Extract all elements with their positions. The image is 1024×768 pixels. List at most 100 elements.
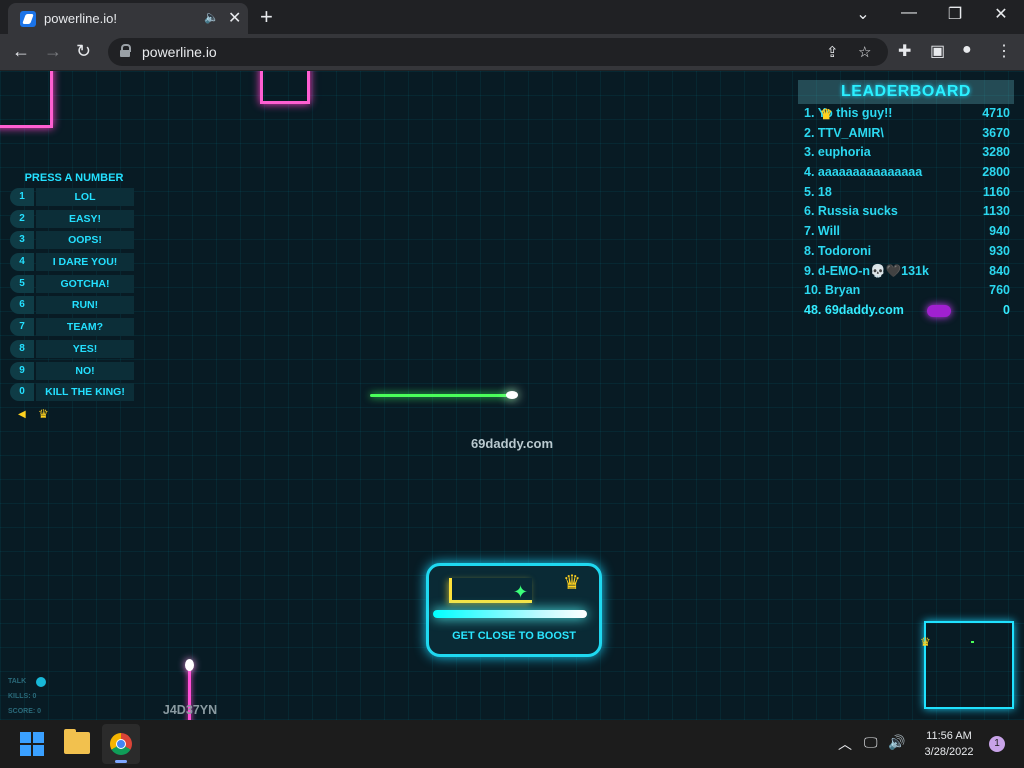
system-clock[interactable]: 11:56 AM 3/28/2022 — [914, 728, 984, 760]
emote-key: 6 — [10, 296, 34, 315]
talk-label: TALK — [8, 678, 27, 685]
crown-icon: ♛ — [820, 106, 833, 122]
score-label: SCORE: 0 — [8, 708, 42, 715]
leaderboard-rank: 1. — [804, 106, 815, 120]
emote-key: 3 — [10, 231, 34, 250]
crown-icon[interactable]: ♛ — [38, 407, 49, 421]
emote-item[interactable]: 3 OOPS! — [10, 229, 134, 251]
game-canvas[interactable]: PRESS A NUMBER 1 LOL 2 EASY! 3 OOPS! 4I DAR… — [0, 71, 1024, 720]
chrome-icon — [110, 733, 132, 755]
clock-time: 11:56 AM — [926, 730, 972, 742]
network-icon[interactable]: 🖵 — [864, 734, 878, 751]
restore-icon[interactable]: ❐ — [940, 4, 970, 24]
chrome-taskbar-button[interactable] — [102, 724, 140, 764]
leaderboard-rank: 5. — [804, 184, 815, 199]
extensions-icon[interactable]: ✚ — [898, 41, 911, 61]
emote-key: 4 — [10, 253, 34, 272]
emote-panel-title: PRESS A NUMBER — [24, 172, 124, 184]
emote-label: KILL THE KING! — [36, 383, 134, 402]
close-icon[interactable]: ✕ — [986, 4, 1016, 24]
emote-label: EASY! — [36, 209, 134, 228]
leaderboard-rank: 8. — [804, 243, 815, 258]
leaderboard-row: 4. aaaaaaaaaaaaaaa 2800 — [798, 163, 1014, 183]
file-explorer-icon[interactable] — [64, 729, 90, 754]
emote-label: RUN! — [36, 296, 134, 315]
leaderboard-score: 760 — [989, 283, 1010, 298]
minimize-icon[interactable]: — — [894, 4, 924, 22]
crown-icon: ♛ — [920, 635, 931, 649]
pink-wall — [0, 71, 53, 128]
leaderboard-name: d-EMO-n💀🖤131k — [817, 263, 929, 278]
kills-label: KILLS: 0 — [8, 693, 37, 700]
emote-item[interactable]: 5 GOTCHA! — [10, 273, 134, 295]
windows-start-icon[interactable] — [20, 732, 44, 756]
forward-icon[interactable]: → — [44, 41, 62, 62]
leaderboard-rank: 48. — [804, 302, 822, 317]
leaderboard-score: 940 — [989, 224, 1010, 239]
leaderboard-name: Will — [817, 224, 841, 239]
star-icon[interactable]: ☆ — [858, 43, 871, 61]
emote-key: 9 — [10, 361, 34, 380]
emote-prev-icon[interactable]: ◀ — [18, 409, 26, 420]
close-icon[interactable]: ✕ — [228, 8, 241, 28]
browser-tab-bar: powerline.io! 🔈 ✕ + ⌄ — ❐ ✕ — [0, 0, 1024, 34]
leaderboard-title: LEADERBOARD — [798, 80, 1014, 104]
share-icon[interactable]: ⇪ — [826, 43, 839, 61]
emote-label: OOPS! — [36, 231, 134, 250]
leaderboard-row: 10. Bryan 760 — [798, 281, 1014, 301]
enemy-name-label: J4D37YN — [162, 703, 218, 717]
leaderboard-row: 6. Russia sucks 1130 — [798, 202, 1014, 222]
emote-label: TEAM? — [36, 318, 134, 337]
emote-key: 0 — [10, 383, 34, 402]
chevron-down-icon[interactable]: ⌄ — [848, 4, 878, 24]
emote-key: 8 — [10, 339, 34, 358]
leaderboard-row: 8. Todoroni 930 — [798, 242, 1014, 262]
browser-tab[interactable]: powerline.io! 🔈 ✕ — [8, 3, 248, 34]
talk-button[interactable] — [36, 677, 46, 687]
leaderboard-score: 2800 — [982, 165, 1010, 180]
leaderboard-row: 3. euphoria 3280 — [798, 143, 1014, 163]
emote-item[interactable]: 4I DARE YOU! — [10, 251, 134, 273]
leaderboard-score: 840 — [989, 263, 1010, 278]
leaderboard-score: 0 — [1003, 302, 1010, 317]
leaderboard-rank: 9. — [804, 263, 815, 278]
volume-icon[interactable]: 🔊 — [888, 734, 905, 751]
url-text[interactable]: powerline.io — [142, 44, 217, 60]
menu-icon[interactable]: ⋮ — [996, 41, 1012, 61]
leaderboard-rank: 6. — [804, 204, 815, 219]
leaderboard-self-row: 48. 69daddy.com 0 — [798, 301, 1014, 321]
profile-icon[interactable]: ● — [962, 41, 972, 59]
emote-panel: PRESS A NUMBER 1 LOL 2 EASY! 3 OOPS! 4I DAR… — [10, 170, 134, 403]
emote-item[interactable]: 2 EASY! — [10, 208, 134, 230]
emote-key: 2 — [10, 209, 34, 228]
emote-key: 5 — [10, 274, 34, 293]
leaderboard: LEADERBOARD 1. Yo this guy!! 4710 ♛ 2. T… — [798, 80, 1014, 321]
emote-item[interactable]: 8 YES! — [10, 338, 134, 360]
speaker-icon[interactable]: 🔈 — [204, 10, 219, 24]
leaderboard-name: TTV_AMIR\ — [817, 125, 884, 140]
emote-item[interactable]: 1 LOL — [10, 186, 134, 208]
pink-wall — [260, 71, 310, 104]
back-icon[interactable]: ← — [12, 41, 30, 62]
chevron-up-icon[interactable]: ︿ — [838, 734, 852, 754]
tab-title: powerline.io! — [44, 11, 117, 26]
minimap-player-marker — [971, 641, 974, 643]
browser-toolbar: ← → ↻ powerline.io ⇪ ☆ ✚ ▣ ● ⋮ — [0, 34, 1024, 71]
emote-item[interactable]: 6 RUN! — [10, 294, 134, 316]
emote-key: 1 — [10, 188, 34, 206]
leaderboard-name: aaaaaaaaaaaaaaa — [817, 165, 923, 180]
boost-trail-illustration — [433, 610, 587, 618]
reload-icon[interactable]: ↻ — [76, 41, 91, 62]
leaderboard-score: 4710 — [982, 106, 1010, 120]
emote-item[interactable]: 7 TEAM? — [10, 316, 134, 338]
notification-badge[interactable]: 1 — [989, 736, 1005, 752]
player-snake-trail — [370, 394, 512, 397]
address-bar[interactable]: powerline.io ⇪ ☆ — [108, 38, 888, 66]
emote-item[interactable]: 0 KILL THE KING! — [10, 381, 134, 403]
lock-icon[interactable] — [120, 44, 131, 57]
emote-item[interactable]: 9 NO! — [10, 360, 134, 382]
plus-icon[interactable]: + — [260, 4, 273, 30]
player-snake-head — [506, 391, 518, 399]
leaderboard-row: 5. 18 1160 — [798, 183, 1014, 203]
side-panel-icon[interactable]: ▣ — [930, 41, 945, 61]
